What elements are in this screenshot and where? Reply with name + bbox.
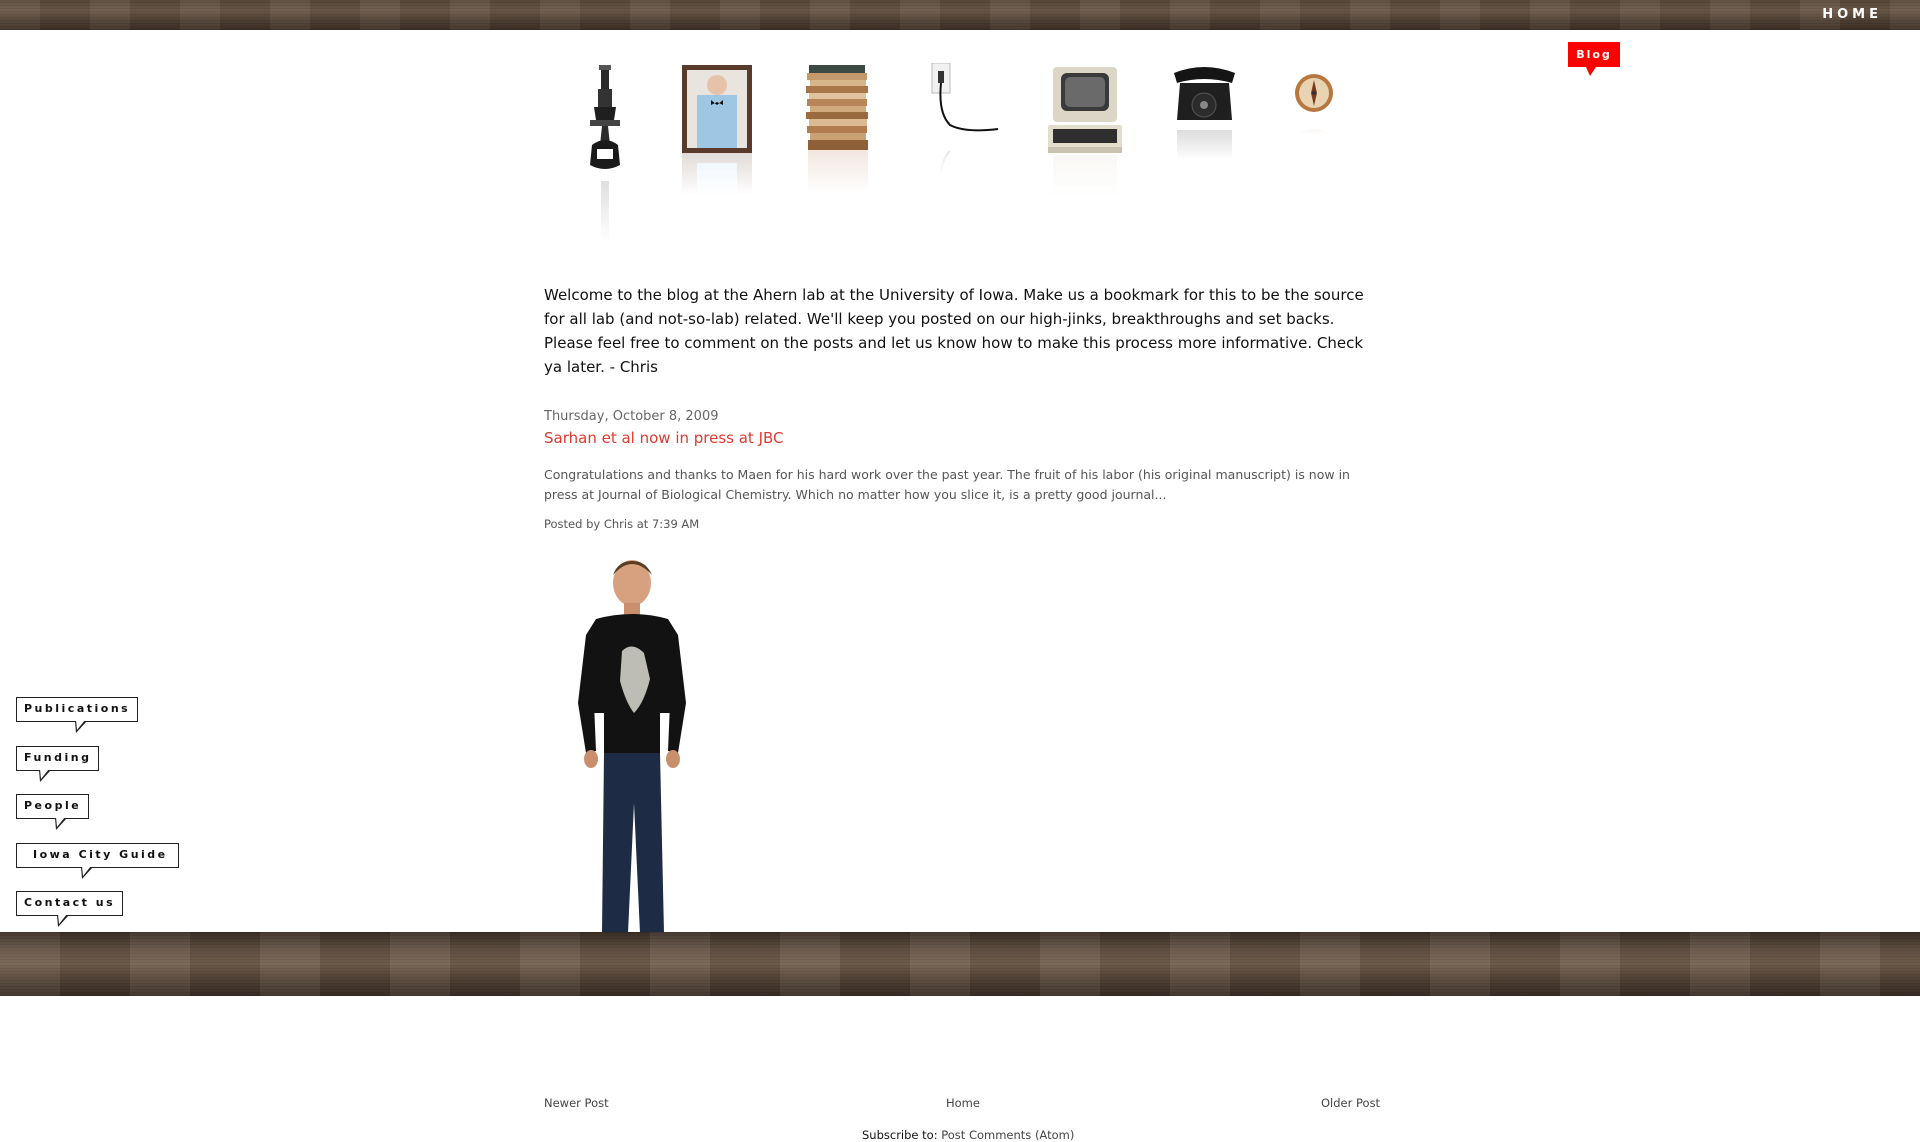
post-date: Thursday, October 8, 2009	[544, 409, 719, 424]
post-byline: Posted by Chris at 7:39 AM	[544, 517, 700, 531]
sidebar-item-iowa-city-guide[interactable]: Iowa City Guide	[16, 843, 179, 879]
sidebar-item-label: Contact us	[24, 896, 116, 909]
sidebar-item-label: Publications	[24, 702, 131, 715]
post-title-link[interactable]: Sarhan et al now in press at JBC	[544, 429, 784, 447]
main-content: Welcome to the blog at the Ahern lab at …	[544, 283, 1374, 531]
paper-stack-icon[interactable]	[805, 65, 870, 210]
telephone-icon[interactable]	[1172, 65, 1237, 195]
sidebar-item-publications[interactable]: Publications	[16, 697, 139, 733]
sidebar-item-label: Iowa City Guide	[33, 848, 168, 861]
sidebar-item-funding[interactable]: Funding	[16, 746, 100, 782]
newer-post-link[interactable]: Newer Post	[544, 1096, 609, 1110]
sidebar-item-label: Funding	[24, 751, 92, 764]
header-objects	[560, 55, 1360, 271]
sidebar-item-contact-us[interactable]: Contact us	[16, 891, 124, 927]
framed-portrait-icon[interactable]	[682, 65, 752, 213]
home-footer-link[interactable]: Home	[946, 1096, 980, 1110]
post-body: Congratulations and thanks to Maen for h…	[544, 467, 1350, 502]
subscribe-label: Subscribe to:	[862, 1128, 938, 1142]
microscope-icon[interactable]	[580, 65, 630, 271]
blog-tab-label: Blog	[1576, 48, 1612, 61]
power-plug-icon[interactable]	[930, 62, 1000, 203]
computer-icon[interactable]	[1045, 67, 1125, 217]
bottom-wood-bar	[0, 932, 1920, 996]
home-nav-link[interactable]: HOME	[1822, 7, 1882, 22]
blog-tab-tail	[1586, 67, 1596, 76]
sidebar-item-people[interactable]: People	[16, 794, 90, 830]
subscribe-line: Subscribe to: Post Comments (Atom)	[862, 1128, 1074, 1142]
post-comments-atom-link[interactable]: Post Comments (Atom)	[941, 1128, 1074, 1142]
compass-icon[interactable]	[1293, 72, 1335, 172]
blog-tab[interactable]: Blog	[1568, 42, 1620, 76]
top-wood-bar: HOME	[0, 0, 1920, 30]
sidebar-item-label: People	[24, 799, 82, 812]
intro-text: Welcome to the blog at the Ahern lab at …	[544, 286, 1364, 376]
older-post-link[interactable]: Older Post	[1321, 1096, 1380, 1110]
person-photo	[560, 553, 710, 933]
